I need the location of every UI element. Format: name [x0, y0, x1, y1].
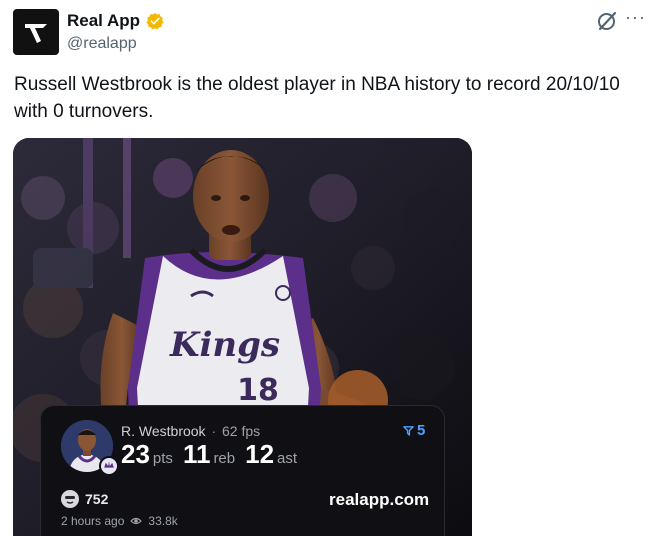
- grok-icon[interactable]: [596, 10, 618, 32]
- player-name: R. Westbrook: [121, 423, 206, 439]
- site-link[interactable]: realapp.com: [329, 490, 429, 510]
- account-handle[interactable]: @realapp: [67, 35, 137, 53]
- jersey-number: 18: [237, 373, 279, 408]
- jersey-text: Kings: [169, 325, 280, 365]
- real-app-logo-icon: [25, 24, 47, 43]
- stat-card[interactable]: R. Westbrook · 62 fps 23 pts 11 reb 12 ast 5 …: [40, 405, 445, 536]
- reaction-face-icon: [61, 490, 79, 508]
- team-logo-icon: [99, 456, 119, 476]
- separator: ·: [211, 423, 217, 439]
- verified-badge-icon: [146, 12, 164, 30]
- player-line: R. Westbrook · 62 fps: [121, 423, 260, 439]
- eye-icon: [130, 517, 143, 525]
- reaction-button[interactable]: 752: [61, 490, 108, 508]
- time-ago: 2 hours ago: [61, 514, 125, 528]
- assists-unit: ast: [277, 450, 298, 467]
- vote-count: 5: [417, 422, 426, 439]
- assists-value: 12: [245, 439, 275, 469]
- upvote-button[interactable]: 5: [403, 422, 425, 439]
- name-row: Real App: [67, 11, 164, 31]
- stat-line: 23 pts 11 reb 12 ast: [121, 439, 307, 470]
- more-options-button[interactable]: ···: [625, 8, 651, 28]
- tweet: Real App @realapp ··· Russell Westbrook …: [0, 0, 660, 536]
- account-avatar[interactable]: [13, 9, 59, 55]
- rebounds-value: 11: [182, 439, 211, 469]
- rebounds-unit: reb: [213, 450, 236, 467]
- reaction-count: 752: [85, 491, 109, 507]
- upvote-icon: [403, 426, 414, 436]
- view-count: 33.8k: [148, 514, 178, 528]
- fantasy-points: 62 fps: [222, 423, 261, 439]
- meta-row: 2 hours ago 33.8k: [61, 514, 178, 528]
- points-unit: pts: [152, 450, 173, 467]
- display-name[interactable]: Real App: [67, 11, 140, 31]
- points-value: 23: [121, 439, 150, 469]
- tweet-text: Russell Westbrook is the oldest player i…: [14, 74, 620, 122]
